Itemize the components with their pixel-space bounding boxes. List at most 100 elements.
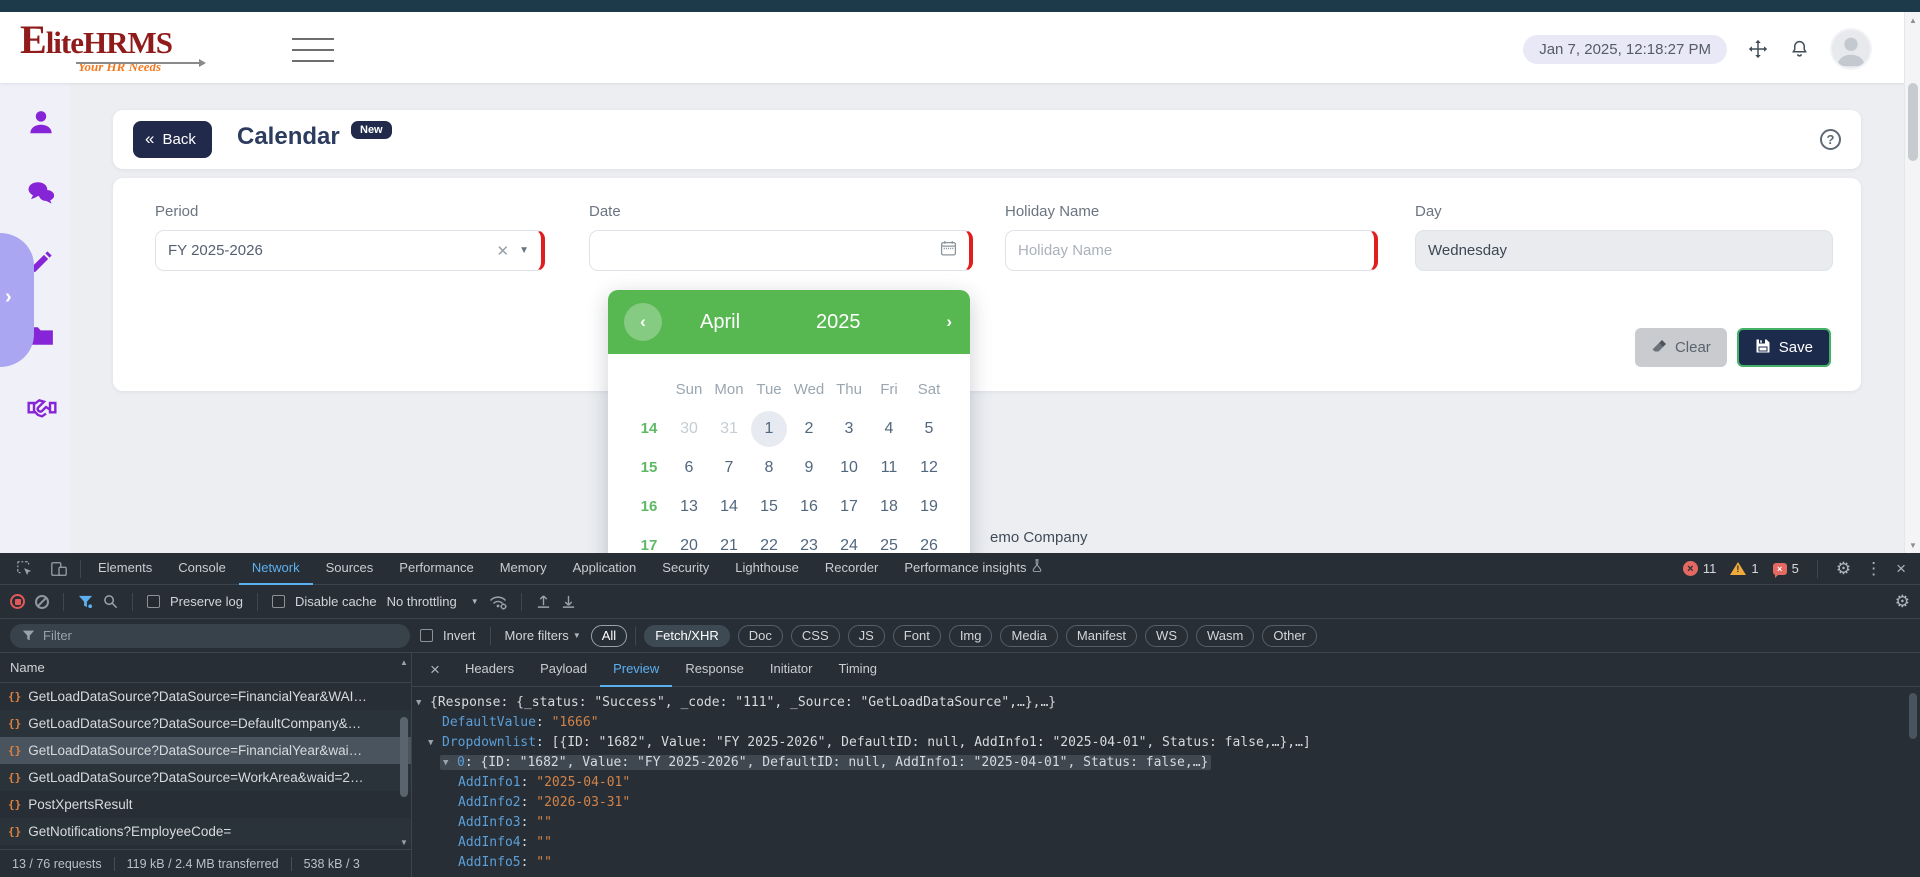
calendar-day[interactable]: 16: [789, 489, 829, 525]
scroll-down-arrow[interactable]: ▼: [1905, 537, 1920, 553]
sidebar-item-person[interactable]: [26, 107, 56, 137]
sidebar-item-chat[interactable]: [26, 178, 56, 208]
help-icon[interactable]: ?: [1820, 129, 1841, 150]
json-line[interactable]: ▼Dropdownlist: [{ID: "1682", Value: "FY …: [412, 733, 1906, 753]
json-line[interactable]: DefaultValue: "1666": [412, 713, 1906, 733]
filter-pill-js[interactable]: JS: [848, 625, 885, 647]
close-detail-icon[interactable]: ×: [418, 660, 452, 680]
datepicker-month[interactable]: April: [700, 311, 740, 334]
calendar-day[interactable]: 31: [709, 411, 749, 447]
calendar-day[interactable]: 13: [669, 489, 709, 525]
filter-pill-manifest[interactable]: Manifest: [1066, 625, 1137, 647]
filter-funnel-icon[interactable]: [78, 594, 93, 609]
invert-label[interactable]: Invert: [443, 628, 476, 643]
filter-input[interactable]: Filter: [10, 624, 410, 648]
filter-pill-css[interactable]: CSS: [791, 625, 840, 647]
calendar-day[interactable]: 2: [789, 411, 829, 447]
json-line[interactable]: AddInfo3: "": [412, 813, 1906, 833]
filter-pill-other[interactable]: Other: [1262, 625, 1317, 647]
devtools-tab-performance-insights[interactable]: Performance insights: [891, 553, 1056, 585]
record-network-log-icon[interactable]: [10, 594, 25, 609]
scroll-up-arrow[interactable]: ▲: [1905, 12, 1920, 28]
json-line[interactable]: AddInfo1: "2025-04-01": [412, 773, 1906, 793]
calendar-day[interactable]: 26: [909, 528, 949, 554]
device-toolbar-icon[interactable]: [42, 560, 76, 578]
calendar-day[interactable]: 6: [669, 450, 709, 486]
app-logo[interactable]: EliteHRMS Your HR Needs: [20, 16, 172, 75]
calendar-day[interactable]: 22: [749, 528, 789, 554]
name-column-header[interactable]: Name: [0, 653, 411, 683]
hamburger-menu-icon[interactable]: [292, 38, 334, 71]
devtools-tab-security[interactable]: Security: [649, 553, 722, 585]
request-row[interactable]: {}PostXpertsResult: [0, 791, 411, 818]
calendar-day[interactable]: 4: [869, 411, 909, 447]
page-scrollbar[interactable]: ▲ ▼: [1904, 12, 1920, 553]
calendar-day[interactable]: 25: [869, 528, 909, 554]
filter-pill-all[interactable]: All: [591, 625, 627, 647]
json-line[interactable]: AddInfo4: "": [412, 833, 1906, 853]
calendar-day[interactable]: 17: [829, 489, 869, 525]
request-row[interactable]: {}GetLoadDataSource?DataSource=Financial…: [0, 683, 411, 710]
next-month-button[interactable]: ›: [946, 312, 952, 332]
json-line[interactable]: ▼0: {ID: "1682", Value: "FY 2025-2026", …: [412, 753, 1906, 773]
back-button[interactable]: « Back: [133, 121, 212, 158]
calendar-day[interactable]: 21: [709, 528, 749, 554]
scrollbar-thumb[interactable]: [1909, 693, 1917, 739]
calendar-day[interactable]: 7: [709, 450, 749, 486]
search-icon[interactable]: [103, 594, 118, 609]
previous-month-button[interactable]: ‹: [624, 303, 662, 341]
close-devtools-icon[interactable]: ×: [1896, 560, 1906, 577]
clear-button[interactable]: Clear: [1635, 328, 1727, 367]
settings-gear-icon[interactable]: ⚙: [1836, 560, 1851, 577]
user-avatar[interactable]: [1830, 28, 1872, 70]
request-row[interactable]: {}GetNotifications?EmployeeCode=: [0, 818, 411, 845]
holiday-name-input[interactable]: [1018, 231, 1362, 270]
detail-tab-headers[interactable]: Headers: [452, 653, 527, 687]
filter-pill-ws[interactable]: WS: [1145, 625, 1188, 647]
calendar-day[interactable]: 20: [669, 528, 709, 554]
detail-tab-payload[interactable]: Payload: [527, 653, 600, 687]
request-row[interactable]: {}GetLoadDataSource?DataSource=DefaultCo…: [0, 710, 411, 737]
detail-tab-preview[interactable]: Preview: [600, 653, 672, 687]
period-select[interactable]: FY 2025-2026 ✕ ▼: [155, 230, 545, 271]
calendar-day[interactable]: 10: [829, 450, 869, 486]
console-errors-badge[interactable]: × 11: [1683, 561, 1717, 576]
invert-checkbox[interactable]: [420, 629, 433, 642]
json-line[interactable]: AddInfo5: "": [412, 853, 1906, 873]
holiday-name-input-wrap[interactable]: [1005, 230, 1378, 271]
devtools-tab-network[interactable]: Network: [239, 553, 313, 585]
preview-scrollbar[interactable]: [1906, 688, 1920, 877]
filter-pill-fetch-xhr[interactable]: Fetch/XHR: [644, 625, 730, 647]
disclosure-triangle-icon[interactable]: ▼: [416, 693, 430, 713]
devtools-tab-memory[interactable]: Memory: [487, 553, 560, 585]
preserve-log-label[interactable]: Preserve log: [170, 594, 243, 609]
json-line[interactable]: AddInfo2: "2026-03-31": [412, 793, 1906, 813]
request-row[interactable]: {}GetLoadDataSource?DataSource=WorkArea&…: [0, 764, 411, 791]
calendar-icon[interactable]: [940, 240, 957, 261]
devtools-tab-console[interactable]: Console: [165, 553, 239, 585]
network-conditions-icon[interactable]: [489, 594, 507, 610]
import-har-icon[interactable]: [536, 594, 551, 609]
preserve-log-checkbox[interactable]: [147, 595, 160, 608]
filter-pill-doc[interactable]: Doc: [738, 625, 783, 647]
calendar-day[interactable]: 23: [789, 528, 829, 554]
detail-tab-timing[interactable]: Timing: [826, 653, 891, 687]
disable-cache-checkbox[interactable]: [272, 595, 285, 608]
filter-pill-font[interactable]: Font: [893, 625, 941, 647]
filter-pill-media[interactable]: Media: [1000, 625, 1057, 647]
calendar-day[interactable]: 15: [749, 489, 789, 525]
network-settings-gear-icon[interactable]: ⚙: [1895, 593, 1910, 610]
devtools-tab-application[interactable]: Application: [560, 553, 650, 585]
datepicker-year[interactable]: 2025: [816, 311, 861, 334]
calendar-day[interactable]: 1: [749, 411, 789, 447]
request-row[interactable]: {}GetLoadDataSource?DataSource=Financial…: [0, 737, 411, 764]
detail-tab-response[interactable]: Response: [672, 653, 757, 687]
calendar-day[interactable]: 12: [909, 450, 949, 486]
scroll-down-arrow[interactable]: ▼: [397, 835, 411, 849]
move-arrows-icon[interactable]: [1747, 38, 1769, 60]
filter-pill-wasm[interactable]: Wasm: [1196, 625, 1254, 647]
calendar-day[interactable]: 8: [749, 450, 789, 486]
filter-pill-img[interactable]: Img: [949, 625, 993, 647]
calendar-day[interactable]: 14: [709, 489, 749, 525]
throttling-select[interactable]: No throttling ▼: [387, 594, 479, 609]
